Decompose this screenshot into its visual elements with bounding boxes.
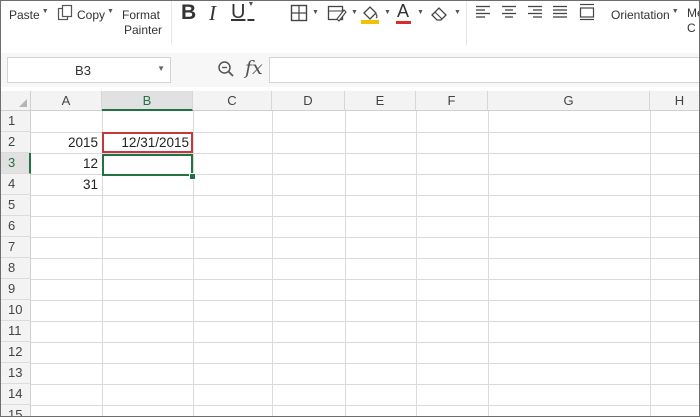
select-all-triangle-icon bbox=[19, 99, 27, 107]
underline-label: U bbox=[231, 1, 246, 23]
row-header-6[interactable]: 6 bbox=[1, 216, 31, 237]
row-header-1[interactable]: 1 bbox=[1, 111, 31, 132]
font-color-letter: A bbox=[397, 1, 410, 21]
eraser-dropdown-icon[interactable]: ▼ bbox=[454, 9, 461, 16]
gridline bbox=[31, 279, 699, 280]
gridline bbox=[31, 300, 699, 301]
paste-dropdown-icon[interactable]: ▼ bbox=[42, 8, 49, 15]
copy-dropdown-icon[interactable]: ▼ bbox=[107, 8, 114, 15]
spreadsheet-window: Paste▼ Copy▼ Format Painter B I U▼ ▼ bbox=[0, 0, 700, 417]
column-header-c[interactable]: C bbox=[193, 91, 272, 111]
select-all-corner[interactable] bbox=[1, 91, 31, 111]
column-header-f[interactable]: F bbox=[416, 91, 488, 111]
name-box-dropdown-icon[interactable]: ▼ bbox=[157, 64, 165, 73]
column-header-a[interactable]: A bbox=[31, 91, 102, 111]
gridline bbox=[31, 195, 699, 196]
row-header-15[interactable]: 15 bbox=[1, 405, 31, 416]
copy-label: Copy bbox=[77, 8, 106, 22]
font-color-dropdown-icon[interactable]: ▼ bbox=[417, 9, 424, 16]
italic-button[interactable]: I bbox=[209, 1, 216, 26]
highlighted-cell-outline bbox=[102, 132, 193, 153]
merge-label-bottom: C bbox=[687, 21, 696, 35]
orientation-dropdown-icon[interactable]: ▼ bbox=[672, 8, 679, 15]
font-color-button[interactable]: A bbox=[397, 1, 409, 22]
row-header-11[interactable]: 11 bbox=[1, 321, 31, 342]
formula-input[interactable] bbox=[269, 57, 699, 83]
gridline bbox=[31, 384, 699, 385]
copy-button[interactable]: Copy ▼ bbox=[77, 8, 114, 22]
gridline bbox=[31, 363, 699, 364]
align-center-icon[interactable] bbox=[501, 5, 517, 19]
merge-button[interactable]: Me C bbox=[687, 6, 699, 36]
row-header-13[interactable]: 13 bbox=[1, 363, 31, 384]
underline-button[interactable]: U ▼ bbox=[231, 1, 254, 24]
align-left-icon[interactable] bbox=[475, 5, 491, 19]
cell-a3[interactable]: 12 bbox=[31, 153, 102, 174]
toolbar-separator bbox=[171, 1, 172, 45]
gridline bbox=[650, 111, 651, 416]
gridline bbox=[345, 111, 346, 416]
format-painter-label-line2: Painter bbox=[124, 23, 163, 37]
fill-color-icon[interactable] bbox=[360, 3, 380, 25]
bold-button[interactable]: B bbox=[181, 1, 196, 25]
column-header-g[interactable]: G bbox=[488, 91, 650, 111]
align-right-icon[interactable] bbox=[527, 5, 543, 19]
row-header-4[interactable]: 4 bbox=[1, 174, 31, 195]
ribbon-toolbar: Paste▼ Copy▼ Format Painter B I U▼ ▼ bbox=[1, 1, 699, 47]
column-header-b[interactable]: B bbox=[102, 91, 193, 111]
gridline bbox=[31, 216, 699, 217]
name-box[interactable]: B3 ▼ bbox=[7, 57, 171, 83]
gridline bbox=[193, 111, 194, 416]
paste-label: Paste bbox=[9, 8, 40, 22]
copy-icon[interactable] bbox=[56, 4, 74, 22]
row-header-10[interactable]: 10 bbox=[1, 300, 31, 321]
gridline bbox=[31, 237, 699, 238]
zoom-icon[interactable] bbox=[217, 60, 235, 78]
format-painter-button[interactable]: Format Painter bbox=[122, 8, 162, 38]
row-header-2[interactable]: 2 bbox=[1, 132, 31, 153]
column-header-h[interactable]: H bbox=[650, 91, 699, 111]
formula-bar: B3 ▼ bbox=[1, 53, 699, 87]
merge-label-top: Me bbox=[687, 6, 699, 20]
wrap-icon[interactable] bbox=[578, 3, 596, 21]
gridline bbox=[31, 405, 699, 406]
underline-dropdown-icon[interactable]: ▼ bbox=[247, 1, 254, 8]
row-header-5[interactable]: 5 bbox=[1, 195, 31, 216]
column-header-e[interactable]: E bbox=[345, 91, 416, 111]
cell-style-dropdown-icon[interactable]: ▼ bbox=[351, 9, 358, 16]
border-icon[interactable] bbox=[290, 4, 308, 22]
insert-function-button[interactable]: fx bbox=[245, 57, 263, 79]
paste-button[interactable]: Paste ▼ bbox=[9, 8, 49, 22]
gridline bbox=[31, 342, 699, 343]
row-header-12[interactable]: 12 bbox=[1, 342, 31, 363]
cell-a4[interactable]: 31 bbox=[31, 174, 102, 195]
orientation-label: Orientation bbox=[611, 8, 670, 22]
gridline bbox=[488, 111, 489, 416]
justify-icon[interactable] bbox=[552, 5, 568, 19]
row-header-14[interactable]: 14 bbox=[1, 384, 31, 405]
gridline bbox=[416, 111, 417, 416]
toolbar-separator bbox=[466, 1, 467, 45]
orientation-button[interactable]: Orientation ▼ bbox=[611, 8, 679, 22]
row-header-3[interactable]: 3 bbox=[1, 153, 31, 174]
row-header-8[interactable]: 8 bbox=[1, 258, 31, 279]
format-painter-label-line1: Format bbox=[122, 8, 161, 22]
row-header-7[interactable]: 7 bbox=[1, 237, 31, 258]
active-cell-b3[interactable] bbox=[102, 154, 193, 176]
column-header-d[interactable]: D bbox=[272, 91, 345, 111]
row-header-9[interactable]: 9 bbox=[1, 279, 31, 300]
gridline bbox=[31, 321, 699, 322]
cell-style-icon[interactable] bbox=[327, 4, 347, 22]
fill-handle[interactable] bbox=[189, 173, 196, 180]
cell-a2[interactable]: 2015 bbox=[31, 132, 102, 153]
gridline bbox=[272, 111, 273, 416]
fill-color-dropdown-icon[interactable]: ▼ bbox=[384, 9, 391, 16]
font-color-swatch bbox=[396, 21, 411, 24]
eraser-icon[interactable] bbox=[429, 4, 449, 22]
border-dropdown-icon[interactable]: ▼ bbox=[312, 9, 319, 16]
name-box-value: B3 bbox=[75, 63, 91, 78]
gridline bbox=[31, 258, 699, 259]
